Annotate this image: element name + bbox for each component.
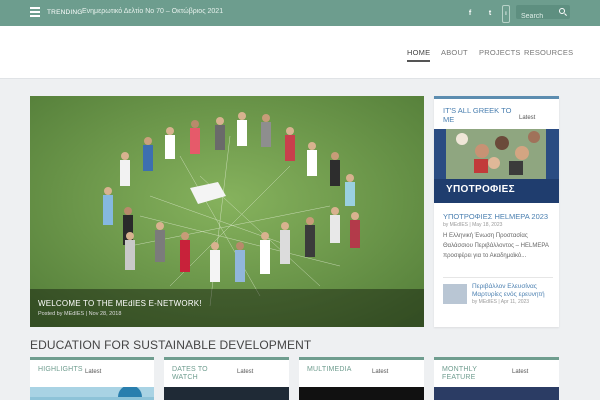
card-image[interactable] — [30, 385, 154, 400]
nav-resources[interactable]: RESOURCES — [524, 48, 573, 57]
card-image[interactable] — [164, 387, 289, 400]
greek-post2-meta: by MEdIES | Apr 11, 2023 — [472, 299, 530, 305]
greek-post-meta: by MEdIES | May 18, 2023 — [443, 222, 503, 228]
trending-link[interactable]: Ενημερωτικό Δελτίο No 70 – Οκτώβριος 202… — [82, 8, 223, 15]
section-title: EDUCATION FOR SUSTAINABLE DEVELOPMENT — [30, 338, 312, 352]
card-latest-label: Latest — [512, 369, 529, 375]
greek-post2-title[interactable]: Περιβάλλον Ελευσίνας Μαρτυρίες ενός ερευ… — [472, 283, 557, 299]
top-bar: TRENDING Ενημερωτικό Δελτίο No 70 – Οκτώ… — [0, 0, 600, 26]
twitter-icon[interactable]: t — [484, 8, 496, 20]
greek-featured-image[interactable]: ΥΠΟΤΡΟΦΙΕΣ — [434, 129, 559, 203]
card-title[interactable]: MONTHLY FEATURE — [442, 366, 490, 382]
nav-about[interactable]: ABOUT — [441, 48, 468, 57]
card-latest-label: Latest — [372, 369, 389, 375]
hero-title[interactable]: WELCOME TO THE MEdIES E-NETWORK! — [38, 299, 202, 308]
nav-home[interactable]: HOME — [407, 48, 431, 62]
hero-meta: Posted by MEdIES | Nov 28, 2018 — [38, 311, 121, 317]
card-dates-to-watch: DATES TO WATCH Latest — [164, 357, 289, 400]
search-box — [516, 5, 570, 24]
trending-label: TRENDING — [47, 9, 83, 16]
facebook-icon[interactable]: f — [464, 8, 476, 20]
menu-icon[interactable] — [30, 7, 40, 17]
greek-post-title[interactable]: ΥΠΟΤΡΟΦΙΕΣ HELMEPA 2023 — [443, 212, 548, 221]
nav-projects[interactable]: PROJECTS — [479, 48, 521, 57]
card-title[interactable]: MULTIMEDIA — [307, 366, 352, 374]
card-highlights: HIGHLIGHTS Latest — [30, 357, 154, 400]
greek-post-excerpt: Η Ελληνική Ένωση Προστασίας Θαλάσσιου Πε… — [443, 233, 549, 259]
instagram-icon[interactable]: i — [502, 5, 510, 23]
greek-image-text: ΥΠΟΤΡΟΦΙΕΣ — [446, 184, 515, 195]
site-header: HOME ABOUT PROJECTS RESOURCES — [0, 26, 600, 79]
search-icon[interactable] — [559, 8, 565, 14]
card-multimedia: MULTIMEDIA Latest — [299, 357, 424, 400]
greek-widget-title[interactable]: IT'S ALL GREEK TO ME — [443, 106, 513, 124]
card-latest-label: Latest — [237, 369, 254, 375]
divider — [443, 277, 553, 278]
post-thumbnail[interactable] — [443, 284, 467, 304]
card-image[interactable] — [299, 387, 424, 400]
card-image[interactable] — [434, 387, 559, 400]
card-monthly-feature: MONTHLY FEATURE Latest — [434, 357, 559, 400]
card-title[interactable]: HIGHLIGHTS — [38, 366, 83, 374]
hero-caption: WELCOME TO THE MEdIES E-NETWORK! Posted … — [30, 289, 424, 327]
hero-author: Posted by MEdIES — [38, 311, 85, 317]
card-title[interactable]: DATES TO WATCH — [172, 366, 220, 382]
hero-date: Nov 28, 2018 — [88, 311, 122, 317]
greek-widget: IT'S ALL GREEK TO ME Latest ΥΠΟΤΡΟΦΙΕΣ Υ… — [434, 96, 559, 327]
greek-latest-label: Latest — [519, 115, 536, 121]
hero-slide[interactable]: WELCOME TO THE MEdIES E-NETWORK! Posted … — [30, 96, 424, 327]
card-latest-label: Latest — [85, 369, 102, 375]
search-input[interactable] — [516, 9, 556, 24]
